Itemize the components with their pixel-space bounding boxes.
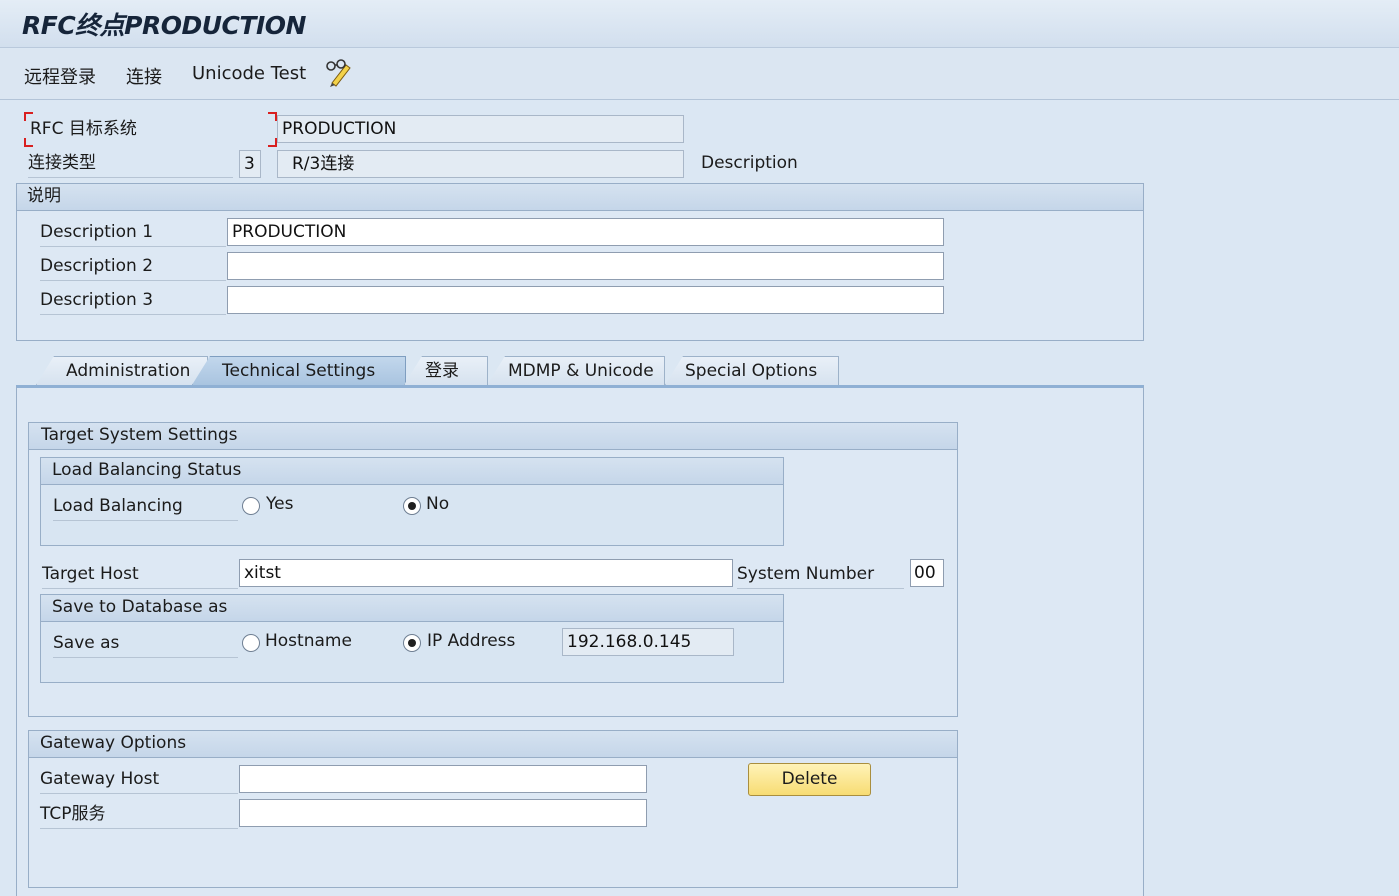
connection-test-button[interactable]: 连接 [126, 63, 162, 89]
lb-no-label: No [426, 494, 450, 514]
tab-logon[interactable]: 登录 [404, 356, 488, 385]
tab-technical-settings[interactable]: Technical Settings [192, 356, 406, 385]
unicode-test-button[interactable]: Unicode Test [192, 63, 306, 84]
description-1-field[interactable]: PRODUCTION [227, 218, 944, 246]
save-ip-label: IP Address [427, 631, 516, 651]
remote-logon-button[interactable]: 远程登录 [24, 63, 96, 89]
description-2-label: Description 2 [40, 253, 226, 281]
rfc-target-field[interactable]: PRODUCTION [277, 115, 684, 143]
target-host-label: Target Host [42, 561, 238, 589]
gateway-host-field[interactable] [239, 765, 647, 793]
description-2-field[interactable] [227, 252, 944, 280]
rfc-target-label: RFC 目标系统 [30, 119, 137, 139]
tcp-service-label: TCP服务 [40, 801, 238, 829]
save-database-group-title: Save to Database as [41, 595, 783, 622]
save-hostname-radio[interactable] [242, 634, 260, 652]
application-toolbar: 远程登录 连接 Unicode Test [0, 49, 1399, 100]
tab-mdmp-unicode[interactable]: MDMP & Unicode [487, 356, 665, 385]
description-3-field[interactable] [227, 286, 944, 314]
conn-type-text-field: R/3连接 [277, 150, 684, 178]
system-number-field[interactable]: 00 [910, 559, 944, 587]
gateway-group-title: Gateway Options [29, 731, 957, 758]
load-balancing-label: Load Balancing [53, 493, 238, 521]
lb-yes-label: Yes [266, 494, 294, 514]
save-ip-radio[interactable] [403, 634, 421, 652]
tab-special-options[interactable]: Special Options [665, 356, 839, 385]
tab-administration[interactable]: Administration [36, 356, 208, 385]
conn-type-label: 连接类型 [28, 150, 233, 178]
target-host-field[interactable]: xitst [239, 559, 733, 587]
description-1-label: Description 1 [40, 219, 226, 247]
description-group-title: 说明 [17, 184, 1143, 211]
delete-button[interactable]: Delete [748, 763, 871, 796]
save-as-label: Save as [53, 630, 238, 658]
title-bar: RFC终点PRODUCTION [0, 0, 1399, 48]
lb-yes-radio[interactable] [242, 497, 260, 515]
gateway-host-label: Gateway Host [40, 766, 238, 794]
description-header-label: Description [701, 153, 798, 173]
lb-no-radio[interactable] [403, 497, 421, 515]
load-balancing-group-title: Load Balancing Status [41, 458, 783, 485]
tcp-service-field[interactable] [239, 799, 647, 827]
system-number-label: System Number [737, 561, 904, 589]
pencil-glasses-icon[interactable] [324, 59, 354, 87]
description-3-label: Description 3 [40, 287, 226, 315]
window-title: RFC终点PRODUCTION [22, 11, 306, 40]
ip-address-field[interactable]: 192.168.0.145 [562, 628, 734, 656]
target-system-title: Target System Settings [29, 423, 957, 450]
save-hostname-label: Hostname [265, 631, 352, 651]
conn-type-code-field[interactable]: 3 [239, 150, 261, 178]
